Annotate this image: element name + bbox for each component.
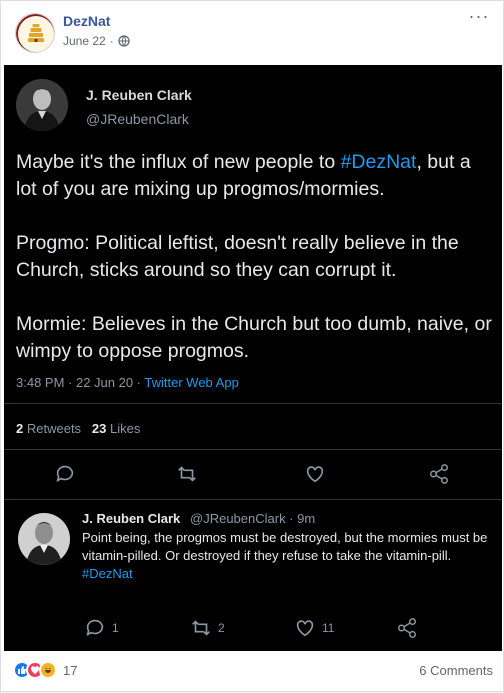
- reactions-summary[interactable]: 17: [13, 661, 77, 679]
- divider: [4, 403, 502, 404]
- tweet-author-handle: @JReubenClark: [86, 111, 189, 127]
- page-avatar[interactable]: [15, 13, 55, 53]
- portrait-icon: [18, 513, 70, 565]
- reply-author-name: J. Reuben Clark: [82, 511, 181, 526]
- likes-label: Likes: [110, 421, 141, 436]
- page-name[interactable]: DezNat: [63, 13, 110, 29]
- reply-share-button: [396, 617, 418, 639]
- likes-count: 23: [91, 421, 107, 436]
- more-options-icon[interactable]: ···: [467, 7, 491, 29]
- reply-icon: [56, 465, 74, 482]
- reply-button: [54, 463, 76, 485]
- retweet-icon: [192, 620, 210, 636]
- post-footer: 17 6 Comments: [1, 657, 504, 693]
- tweet-source: Twitter Web App: [144, 375, 239, 390]
- tweet-text: Maybe it's the influx of new people to #…: [16, 149, 494, 365]
- retweet-icon: [178, 466, 196, 482]
- reply-reply-count: 1: [112, 621, 119, 635]
- tweet-time: 3:48 PM · 22 Jun 20 ·: [16, 375, 145, 390]
- reply-text: Point being, the progmos must be destroy…: [82, 529, 492, 583]
- globe-icon[interactable]: [118, 35, 130, 47]
- heart-icon: [306, 466, 324, 483]
- reply-hashtag: #DezNat: [82, 566, 133, 581]
- tweet-screenshot: J. Reuben Clark @JReubenClark Maybe it's…: [4, 65, 502, 651]
- share-icon: [398, 618, 416, 638]
- reply-author-avatar: [18, 513, 70, 565]
- post-date[interactable]: June 22: [63, 34, 106, 48]
- reply-reply-button: 1: [84, 617, 119, 639]
- tweet-paragraph-3: Mormie: Believes in the Church but too d…: [16, 313, 492, 362]
- tweet-actions: [4, 463, 502, 487]
- reply-retweet-button: 2: [190, 617, 225, 639]
- meta-separator: ·: [109, 34, 114, 48]
- tweet-paragraph-1: Maybe it's the influx of new people to #…: [16, 149, 494, 203]
- heart-icon: [296, 620, 314, 637]
- reply-actions: 1 2 11: [4, 617, 502, 641]
- share-icon: [430, 464, 448, 484]
- beehive-logo-icon: [16, 14, 54, 52]
- facebook-post: DezNat June 22 · ··· J. Reuben Clark @JR…: [0, 0, 504, 692]
- reply-like-count: 11: [322, 621, 335, 635]
- tweet-author-avatar: [16, 79, 68, 131]
- divider: [4, 499, 502, 500]
- share-button: [428, 463, 450, 485]
- tweet-hashtag: #DezNat: [340, 151, 417, 173]
- post-header: DezNat June 22 · ···: [1, 1, 504, 59]
- reactions-count: 17: [63, 662, 78, 678]
- retweet-button: [176, 463, 198, 485]
- reply-author-handle: @JReubenClark · 9m: [190, 511, 316, 526]
- tweet-stats: 2 Retweets 23 Likes: [16, 421, 140, 436]
- reply-paragraph: Point being, the progmos must be destroy…: [82, 530, 488, 563]
- tweet-paragraph-2: Progmo: Political leftist, doesn't reall…: [16, 232, 459, 281]
- reply-icon: [86, 619, 104, 636]
- tweet-paragraph-1-start: Maybe it's the influx of new people to: [16, 151, 341, 173]
- divider: [4, 449, 502, 450]
- reply-retweet-count: 2: [218, 621, 225, 635]
- like-button: [304, 463, 326, 485]
- tweet-timestamp: 3:48 PM · 22 Jun 20 · Twitter Web App: [16, 375, 239, 390]
- comments-link[interactable]: 6 Comments: [419, 663, 493, 678]
- retweets-label: Retweets: [26, 421, 82, 436]
- retweets-count: 2: [16, 421, 24, 436]
- reply-like-button: 11: [294, 617, 334, 639]
- post-meta: June 22 ·: [63, 34, 130, 48]
- tweet-author-name: J. Reuben Clark: [86, 87, 192, 103]
- haha-reaction-icon: [39, 661, 57, 679]
- portrait-icon: [16, 79, 68, 131]
